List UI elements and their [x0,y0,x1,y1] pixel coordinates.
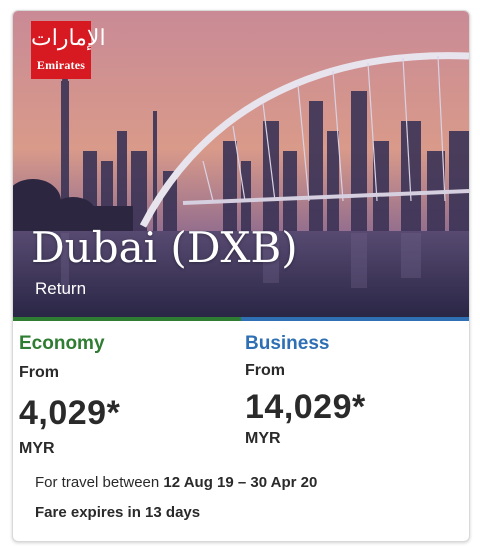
emirates-calligraphy-icon: الإمارات [31,26,106,51]
currency-label: MYR [245,430,281,447]
fare-price: 14,029* [245,388,366,426]
destination-title: Dubai (DXB) [31,223,298,272]
from-label: From [19,364,59,381]
economy-accent-bar [13,317,241,321]
fare-price: 4,029* [19,394,121,432]
business-fare[interactable]: Business From 14,029* MYR [245,333,455,449]
trip-type: Return [35,279,87,298]
brand-name: Emirates [36,58,86,72]
from-label: From [245,362,285,379]
travel-period-dates: 12 Aug 19 – 30 Apr 20 [163,474,318,491]
fare-expiry: Fare expires in 13 days [35,504,201,521]
travel-period: For travel between 12 Aug 19 – 30 Apr 20 [35,473,317,493]
cabin-class-label: Business [245,333,330,354]
fare-card[interactable]: الإمارات Emirates Dubai (DXB) Return Eco… [12,10,470,542]
business-accent-bar [241,317,469,321]
currency-label: MYR [19,440,55,457]
economy-fare[interactable]: Economy From 4,029* MYR [19,333,229,459]
travel-period-prefix: For travel between [35,474,160,491]
cabin-class-label: Economy [19,333,105,354]
hero-image[interactable]: الإمارات Emirates Dubai (DXB) Return [13,11,469,317]
emirates-logo[interactable]: الإمارات Emirates [31,21,106,79]
